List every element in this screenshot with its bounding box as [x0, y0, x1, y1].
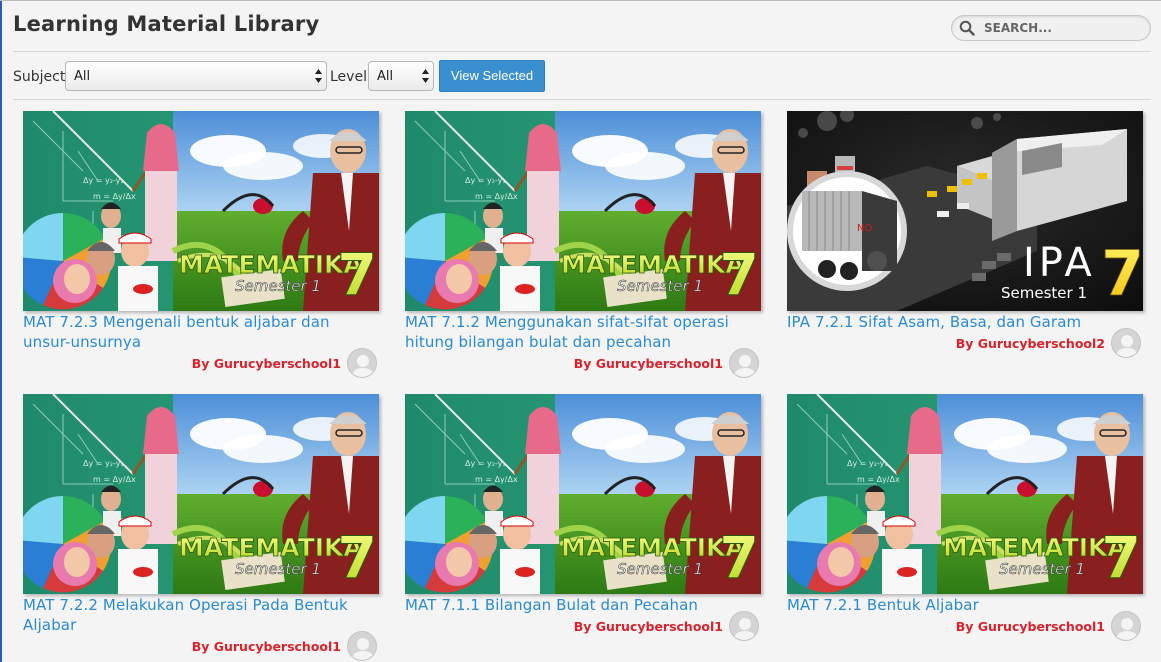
header: Learning Material Library [13, 0, 1151, 52]
material-author[interactable]: By Gurucyberschool1 [574, 356, 723, 371]
svg-text:Semester 1: Semester 1 [1001, 284, 1087, 302]
svg-text:MATEMATIKA: MATEMATIKA [179, 250, 363, 279]
material-title-link[interactable]: MAT 7.2.3 Mengenali bentuk aljabar dan u… [23, 312, 379, 352]
material-thumbnail[interactable]: Δy = y₂-y₁ m = Δy/Δx MATEMATIKA Semester… [23, 111, 379, 311]
material-title-link[interactable]: MAT 7.1.2 Menggunakan sifat-sifat operas… [405, 312, 761, 352]
material-author[interactable]: By Gurucyberschool1 [956, 619, 1105, 634]
material-author[interactable]: By Gurucyberschool1 [192, 356, 341, 371]
subject-label: Subject [13, 69, 66, 85]
svg-text:MATEMATIKA: MATEMATIKA [561, 533, 745, 562]
svg-text:Semester 1: Semester 1 [235, 277, 321, 295]
material-author[interactable]: By Gurucyberschool1 [574, 619, 723, 634]
material-card[interactable]: NO IPA Semester 1 7 IPA 7.2.1 Sifat Asam… [787, 111, 1143, 381]
material-thumbnail[interactable]: Δy = y₂-y₁ m = Δy/Δx MATEMATIKA Semester… [405, 111, 761, 311]
default-user-icon [733, 618, 757, 640]
default-user-icon [351, 355, 375, 377]
material-card[interactable]: Δy = y₂-y₁ m = Δy/Δx MATEMATIKA Semester… [405, 394, 761, 662]
default-user-icon [351, 638, 375, 660]
svg-text:7: 7 [1101, 237, 1143, 310]
default-user-icon [1115, 618, 1139, 640]
material-thumbnail[interactable]: NO IPA Semester 1 7 [787, 111, 1143, 311]
material-author-row: By Gurucyberschool1 [192, 347, 377, 379]
subject-select-value: All [74, 69, 91, 84]
svg-text:Δy = y₂-y₁: Δy = y₂-y₁ [847, 459, 888, 468]
material-author-row: By Gurucyberschool2 [956, 327, 1141, 359]
level-label: Level [330, 69, 367, 85]
svg-text:NO: NO [857, 223, 872, 234]
view-selected-button[interactable]: View Selected [439, 60, 545, 92]
svg-text:MATEMATIKA: MATEMATIKA [943, 533, 1127, 562]
avatar[interactable] [729, 348, 759, 378]
svg-text:7: 7 [1101, 524, 1141, 592]
level-select-value: All [377, 69, 394, 84]
svg-text:MATEMATIKA: MATEMATIKA [561, 250, 745, 279]
svg-text:7: 7 [719, 241, 759, 309]
default-user-icon [1115, 335, 1139, 357]
svg-text:m = Δy/Δx: m = Δy/Δx [93, 192, 136, 201]
svg-text:m = Δy/Δx: m = Δy/Δx [475, 475, 518, 484]
material-thumbnail[interactable]: Δy = y₂-y₁ m = Δy/Δx MATEMATIKA Semester… [23, 394, 379, 594]
svg-text:Δy = y₂-y₁: Δy = y₂-y₁ [83, 459, 124, 468]
avatar[interactable] [1111, 611, 1141, 641]
svg-text:Semester 1: Semester 1 [235, 560, 321, 578]
material-author-row: By Gurucyberschool1 [574, 610, 759, 642]
subject-select[interactable]: All [65, 61, 327, 91]
material-card[interactable]: Δy = y₂-y₁ m = Δy/Δx MATEMATIKA Semester… [23, 111, 379, 381]
default-user-icon [733, 355, 757, 377]
svg-text:Δy = y₂-y₁: Δy = y₂-y₁ [465, 176, 506, 185]
material-card[interactable]: Δy = y₂-y₁ m = Δy/Δx MATEMATIKA Semester… [23, 394, 379, 662]
material-author-row: By Gurucyberschool1 [574, 347, 759, 379]
svg-text:Semester 1: Semester 1 [999, 560, 1085, 578]
avatar[interactable] [729, 611, 759, 641]
material-thumbnail[interactable]: Δy = y₂-y₁ m = Δy/Δx MATEMATIKA Semester… [405, 394, 761, 594]
filter-bar: Subject All Level All View Selected [13, 58, 1151, 100]
material-card[interactable]: Δy = y₂-y₁ m = Δy/Δx MATEMATIKA Semester… [405, 111, 761, 381]
material-card[interactable]: Δy = y₂-y₁ m = Δy/Δx MATEMATIKA Semester… [787, 394, 1143, 662]
svg-text:Semester 1: Semester 1 [617, 560, 703, 578]
avatar[interactable] [347, 348, 377, 378]
material-author-row: By Gurucyberschool1 [192, 630, 377, 662]
svg-text:7: 7 [337, 241, 377, 309]
avatar[interactable] [1111, 328, 1141, 358]
material-author-row: By Gurucyberschool1 [956, 610, 1141, 642]
material-author[interactable]: By Gurucyberschool1 [192, 639, 341, 654]
select-arrows-icon [315, 69, 322, 83]
level-select[interactable]: All [368, 61, 434, 91]
material-thumbnail[interactable]: Δy = y₂-y₁ m = Δy/Δx MATEMATIKA Semester… [787, 394, 1143, 594]
page-title: Learning Material Library [13, 12, 320, 36]
search-input[interactable] [984, 19, 1144, 37]
svg-text:Δy = y₂-y₁: Δy = y₂-y₁ [83, 176, 124, 185]
svg-text:m = Δy/Δx: m = Δy/Δx [857, 475, 900, 484]
select-arrows-icon [422, 69, 429, 83]
svg-text:IPA: IPA [1023, 240, 1096, 286]
svg-text:Semester 1: Semester 1 [617, 277, 703, 295]
avatar[interactable] [347, 631, 377, 661]
svg-text:m = Δy/Δx: m = Δy/Δx [93, 475, 136, 484]
search-icon [959, 20, 975, 36]
svg-text:7: 7 [719, 524, 759, 592]
svg-text:7: 7 [337, 524, 377, 592]
svg-text:m = Δy/Δx: m = Δy/Δx [475, 192, 518, 201]
svg-text:Δy = y₂-y₁: Δy = y₂-y₁ [465, 459, 506, 468]
svg-text:MATEMATIKA: MATEMATIKA [179, 533, 363, 562]
material-author[interactable]: By Gurucyberschool2 [956, 336, 1105, 351]
search-box[interactable] [951, 15, 1151, 41]
window-left-edge [0, 0, 2, 662]
material-title-link[interactable]: MAT 7.2.2 Melakukan Operasi Pada Bentuk … [23, 595, 379, 635]
